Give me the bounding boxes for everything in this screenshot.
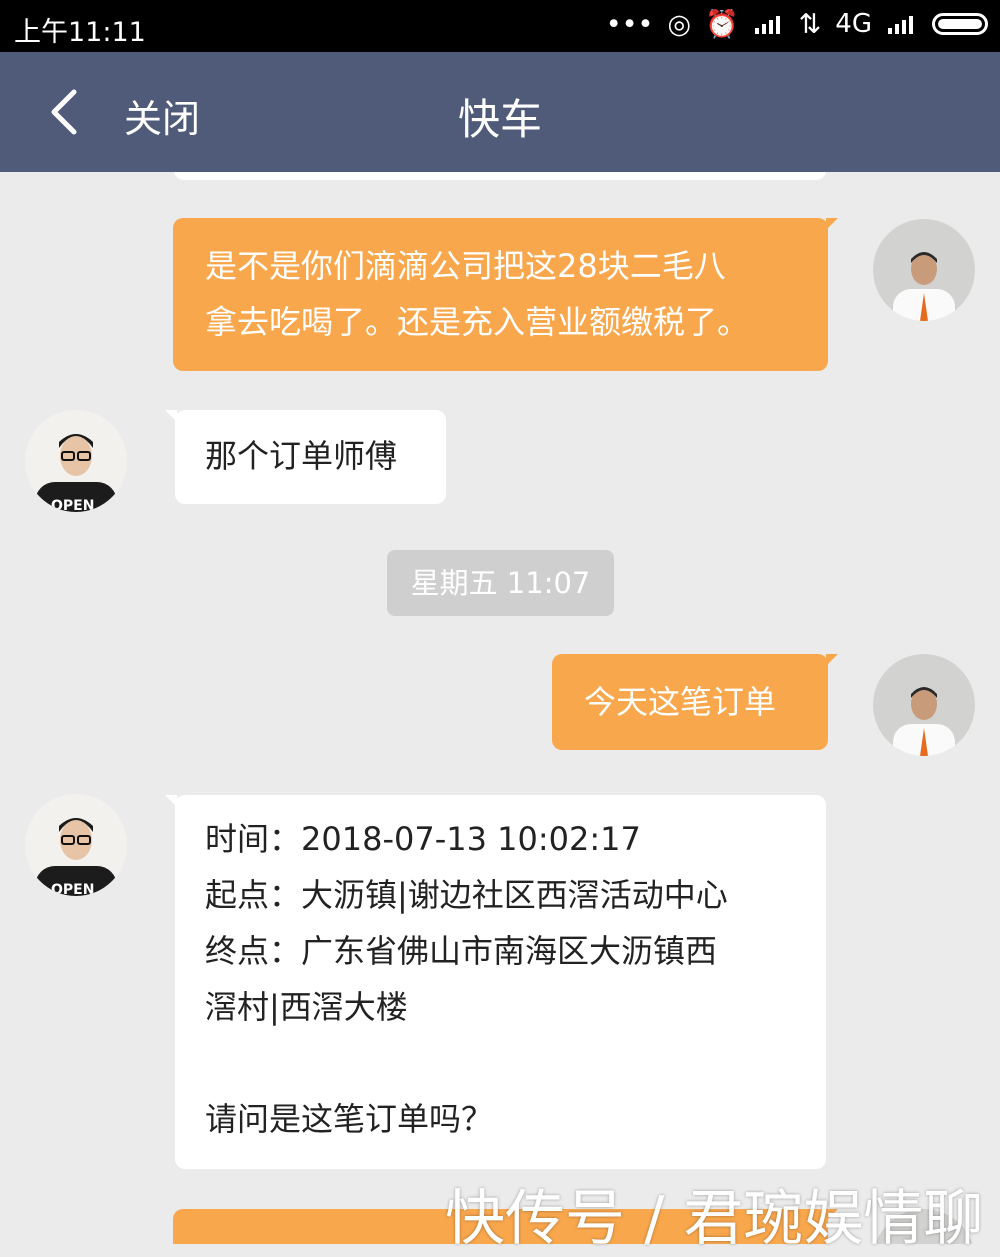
person-icon: OPEN [35,434,117,512]
chat-bubble-outgoing[interactable]: 是不是你们滴滴公司把这28块二毛八 拿去吃喝了。还是充入营业额缴税了。 [173,218,838,371]
message-line: 起点：大沥镇|谢边社区西滘活动中心 [205,876,728,914]
message-line: 拿去吃喝了。还是充入营业额缴税了。 [205,303,750,341]
shirt-text: OPEN [51,498,94,512]
battery-icon [932,13,988,35]
more-dots-icon: ••• [605,8,654,40]
chat-bubble-outgoing[interactable]: 今天这笔订单 [552,654,838,750]
avatar-user[interactable]: OPEN [25,794,127,896]
hotspot-icon: ◎ [667,8,692,40]
person-icon [893,252,955,321]
avatar-user[interactable]: OPEN [25,410,127,512]
shirt-text: OPEN [51,882,94,896]
status-icons: ••• ◎ ⏰ ⇅ 4G [606,8,988,40]
alarm-icon: ⏰ [705,9,739,40]
message-line: 那个订单师傅 [205,437,398,475]
signal-icon-2 [888,16,913,34]
status-time: 上午11:11 [14,17,146,48]
message-line: 滘村|西滘大楼 [205,988,408,1026]
data-arrows-icon: ⇅ [798,8,822,40]
person-icon: OPEN [35,818,117,896]
chat-bubble-incoming[interactable]: 时间：2018-07-13 10:02:17 起点：大沥镇|谢边社区西滘活动中心… [165,795,826,1169]
chat-area[interactable]: 是不是你们滴滴公司把这28块二毛八 拿去吃喝了。还是充入营业额缴税了。 OPEN… [0,172,1000,1244]
chat-timestamp: 星期五 11:07 [387,550,614,616]
message-line [205,1035,826,1091]
message-line: 今天这笔订单 [584,683,777,721]
status-bar: 上午11:11 ••• ◎ ⏰ ⇅ 4G [0,0,1000,52]
partial-bubble [174,172,826,180]
chat-bubble-incoming[interactable]: 那个订单师傅 [165,410,446,504]
message-line: 是不是你们滴滴公司把这28块二毛八 [205,247,726,285]
avatar-driver[interactable] [873,654,975,756]
message-line: 终点：广东省佛山市南海区大沥镇西 [205,932,718,970]
message-line: 时间：2018-07-13 10:02:17 [205,820,641,858]
signal-icon [754,16,780,34]
page-title: 快车 [457,95,542,144]
avatar-driver[interactable] [873,219,975,321]
person-icon [893,687,955,756]
message-line: 请问是这笔订单吗？ [205,1100,494,1138]
network-type: 4G [835,9,872,39]
nav-bar: 关闭 快车 [0,52,1000,172]
